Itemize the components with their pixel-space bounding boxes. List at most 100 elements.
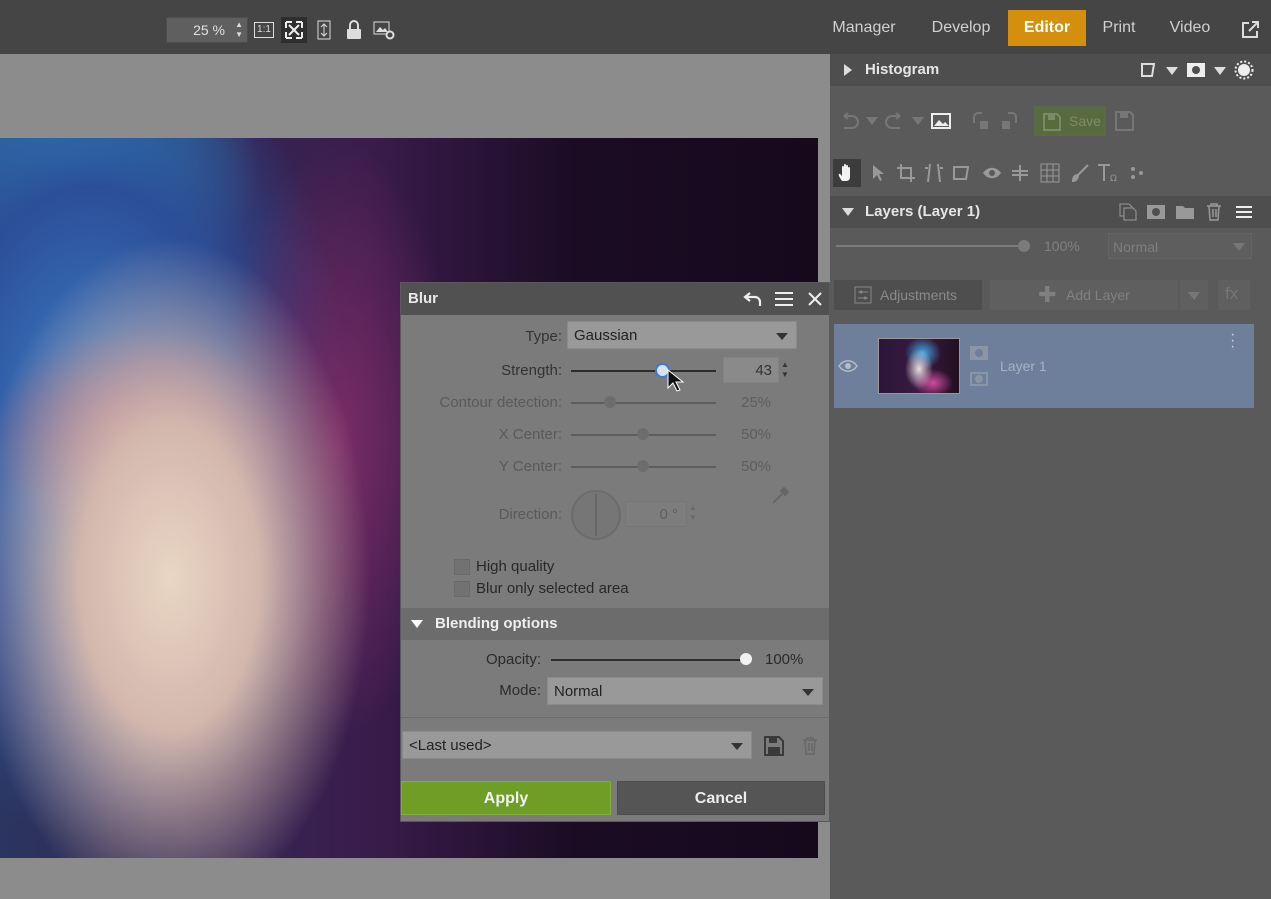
cancel-button[interactable]: Cancel <box>617 781 825 815</box>
layers-header[interactable]: Layers (Layer 1) <box>830 196 1271 228</box>
close-icon[interactable] <box>803 287 827 311</box>
brush-icon[interactable] <box>1068 161 1092 185</box>
layer-mode-select[interactable]: Normal <box>1108 233 1252 259</box>
redo-dropdown-icon[interactable] <box>912 117 924 125</box>
more-tools-icon[interactable] <box>1126 161 1150 185</box>
divider <box>401 717 829 718</box>
undo-icon[interactable] <box>836 108 862 134</box>
text-icon[interactable]: Ω <box>1096 161 1120 185</box>
high-quality-checkbox[interactable] <box>454 559 470 575</box>
trash-icon[interactable] <box>1202 200 1226 224</box>
layer-opacity-value: 100% <box>1044 238 1080 254</box>
layer-more-icon[interactable]: · · · <box>1230 327 1235 355</box>
eyedropper-icon[interactable] <box>769 483 793 507</box>
redo-icon[interactable] <box>882 108 908 134</box>
type-label: Type: <box>525 328 562 345</box>
direction-input[interactable]: 0 ° <box>625 501 687 527</box>
contour-detection-slider[interactable] <box>571 402 716 404</box>
blur-dialog: Blur Type: Gaussian Strength: 43 ▲ ▼ Cont… <box>401 283 829 821</box>
fit-height-icon[interactable] <box>311 17 337 43</box>
contour-detection-knob[interactable] <box>604 396 616 408</box>
hand-tool-icon[interactable] <box>833 159 861 187</box>
crop-icon[interactable] <box>894 161 918 185</box>
x-center-value: 50% <box>741 426 772 443</box>
add-layer-button[interactable]: ✚ Add Layer <box>990 280 1178 310</box>
mouse-cursor-icon <box>667 368 684 392</box>
adjustments-button[interactable]: Adjustments <box>834 280 982 310</box>
histogram-title: Histogram <box>865 61 940 78</box>
strength-label: Strength: <box>501 362 562 379</box>
folder-icon[interactable] <box>1173 200 1197 224</box>
mode-select[interactable]: Normal <box>547 677 823 705</box>
reset-undo-icon[interactable] <box>741 287 765 311</box>
visibility-eye-icon[interactable] <box>836 354 860 378</box>
direction-spinner[interactable]: ▲ ▼ <box>689 503 697 523</box>
y-center-knob[interactable] <box>637 460 649 472</box>
fit-screen-icon[interactable] <box>281 17 307 43</box>
lock-icon[interactable] <box>341 17 367 43</box>
dialog-title-bar[interactable]: Blur <box>401 283 829 315</box>
layer-opacity-knob[interactable] <box>1018 240 1030 252</box>
straighten-icon[interactable] <box>1008 161 1032 185</box>
chevron-down-icon <box>1233 243 1245 251</box>
opacity-knob[interactable] <box>740 653 752 665</box>
blending-options-header[interactable]: Blending options <box>401 608 829 640</box>
direction-label: Direction: <box>498 506 562 523</box>
type-value: Gaussian <box>574 327 638 344</box>
select-arrow-icon[interactable] <box>866 161 890 185</box>
zoom-input[interactable]: 25 % ▲ ▼ <box>166 17 248 43</box>
mask-indicator-icon <box>970 346 988 360</box>
one-to-one-icon[interactable]: 1:1 <box>251 17 277 43</box>
layer-mask-icon[interactable] <box>1144 200 1168 224</box>
type-select[interactable]: Gaussian <box>567 321 797 349</box>
dialog-menu-icon[interactable] <box>772 287 796 311</box>
rotate-right-icon[interactable] <box>996 108 1022 134</box>
menu-editor[interactable]: Editor <box>1008 10 1086 46</box>
layer-row[interactable]: Layer 1 · · · <box>834 324 1254 408</box>
blur-selected-checkbox[interactable] <box>454 581 470 597</box>
selection-icon[interactable] <box>950 161 974 185</box>
image-settings-icon[interactable] <box>371 17 397 43</box>
perspective-icon[interactable] <box>922 161 946 185</box>
save-as-icon[interactable] <box>1112 108 1138 134</box>
chevron-down-icon[interactable] <box>1214 67 1226 75</box>
undo-dropdown-icon[interactable] <box>866 117 878 125</box>
zoom-spinner[interactable]: ▲ ▼ <box>235 20 243 40</box>
one-to-one-label: 1:1 <box>254 22 274 38</box>
opacity-slider[interactable] <box>551 659 747 661</box>
red-eye-icon[interactable] <box>980 161 1004 185</box>
sun-icon[interactable] <box>1232 58 1256 82</box>
x-center-knob[interactable] <box>637 428 649 440</box>
duplicate-layer-icon[interactable] <box>1116 200 1140 224</box>
layer-opacity-slider[interactable] <box>836 245 1026 247</box>
chevron-down-icon[interactable] <box>1166 67 1178 75</box>
external-window-icon[interactable] <box>1237 17 1263 43</box>
strength-input[interactable]: 43 <box>723 357 779 383</box>
direction-dial[interactable] <box>571 490 621 540</box>
save-preset-icon[interactable] <box>761 733 787 759</box>
mask-icon[interactable] <box>1184 58 1208 82</box>
fx-label: fx <box>1225 284 1239 303</box>
histogram-header[interactable]: Histogram <box>830 54 1271 86</box>
top-toolbar: 25 % ▲ ▼ 1:1 Manager Develop Editor Print… <box>0 0 1271 54</box>
save-button[interactable]: Save <box>1034 106 1106 136</box>
floppy-icon <box>1043 113 1061 131</box>
strength-slider[interactable] <box>571 370 716 372</box>
add-layer-dropdown[interactable] <box>1180 280 1208 310</box>
menu-develop[interactable]: Develop <box>916 10 1006 46</box>
menu-print[interactable]: Print <box>1090 10 1148 46</box>
overlay-icon[interactable] <box>1138 58 1162 82</box>
delete-preset-icon[interactable] <box>797 733 823 759</box>
rotate-left-icon[interactable] <box>968 108 994 134</box>
strength-spinner[interactable]: ▲ ▼ <box>781 360 789 380</box>
menu-manager[interactable]: Manager <box>820 10 908 46</box>
adjustments-label: Adjustments <box>880 287 958 303</box>
menu-video[interactable]: Video <box>1156 10 1224 46</box>
image-icon[interactable] <box>928 108 954 134</box>
fx-button[interactable]: fx <box>1218 280 1250 310</box>
preset-select[interactable]: <Last used> <box>402 731 752 759</box>
hamburger-menu-icon[interactable] <box>1232 200 1256 224</box>
apply-button[interactable]: Apply <box>401 781 611 815</box>
high-quality-label: High quality <box>476 558 555 575</box>
grid-icon[interactable] <box>1038 161 1062 185</box>
